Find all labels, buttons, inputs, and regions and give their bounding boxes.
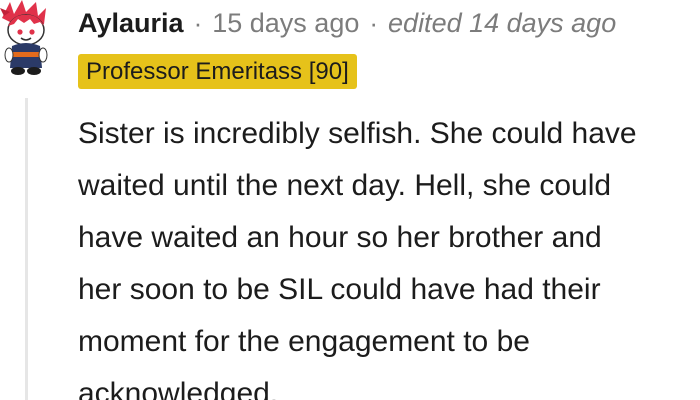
comment-body-line: waited until the next day. Hell, she cou… — [78, 169, 612, 202]
comment-body-line: moment for the engagement to be — [78, 325, 530, 358]
meta-separator: · — [369, 8, 379, 38]
thread-line[interactable] — [25, 98, 28, 400]
comment-body-line: acknowledged. — [78, 377, 279, 400]
comment: Aylauria · 15 days ago · edited 14 days … — [0, 0, 700, 400]
comment-body-line: her soon to be SIL could have had their — [78, 273, 601, 306]
avatar[interactable] — [0, 0, 62, 80]
comment-body: Sister is incredibly selfish. She could … — [78, 108, 700, 400]
user-flair: Professor Emeritass [90] — [78, 54, 357, 89]
comment-header: Aylauria · 15 days ago · edited 14 days … — [78, 3, 616, 43]
username-link[interactable]: Aylauria — [78, 3, 184, 43]
edited-label: edited 14 days ago — [388, 8, 617, 38]
timestamp-link[interactable]: 15 days ago — [212, 3, 359, 43]
comment-body-line: have waited an hour so her brother and — [78, 221, 602, 254]
comment-body-line: Sister is incredibly selfish. She could … — [78, 117, 637, 150]
snoo-avatar-icon — [0, 0, 48, 75]
meta-separator: · — [193, 8, 203, 38]
